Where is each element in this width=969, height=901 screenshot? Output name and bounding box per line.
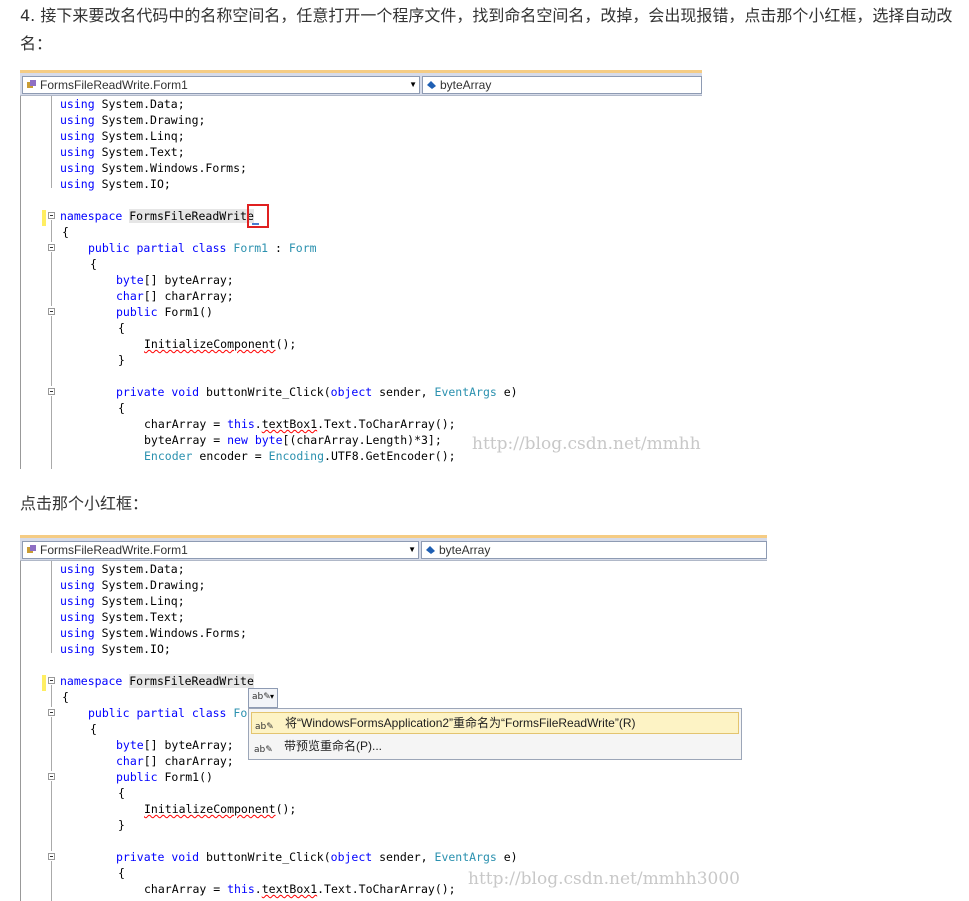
code-line: Encoder encoder = Encoding.UTF8.GetEncod… bbox=[144, 449, 456, 463]
code-line: public Form1() bbox=[116, 770, 213, 784]
code-line: using System.Text; bbox=[60, 145, 185, 159]
collapse-namespace-icon[interactable] bbox=[48, 677, 55, 684]
menu-item-label: 将“WindowsFormsApplication2”重命名为“FormsFil… bbox=[285, 716, 636, 730]
code-line: { bbox=[118, 786, 125, 800]
code-line: public partial class Form1 bbox=[88, 706, 268, 720]
collapse-method-icon[interactable] bbox=[48, 388, 55, 395]
member-combo[interactable]: byteArray bbox=[421, 541, 767, 559]
navigation-bar: FormsFileReadWrite.Form1 ▼ byteArray bbox=[20, 535, 767, 561]
changed-line-marker bbox=[42, 210, 46, 226]
code-line: InitializeComponent(); bbox=[144, 337, 297, 351]
field-icon bbox=[427, 81, 436, 89]
navigation-bar: FormsFileReadWrite.Form1 ▼ byteArray bbox=[20, 70, 702, 96]
menu-item-rename-preview[interactable]: ab✎ 带预览重命名(P)... bbox=[251, 735, 739, 757]
chevron-down-icon[interactable]: ▼ bbox=[409, 77, 417, 93]
code-line-namespace: namespace FormsFileReadWrite bbox=[60, 209, 254, 223]
class-combo[interactable]: FormsFileReadWrite.Form1 ▼ bbox=[22, 76, 420, 94]
code-line: { bbox=[62, 690, 69, 704]
code-line: { bbox=[118, 321, 125, 335]
code-line: using System.Text; bbox=[60, 610, 185, 624]
code-line: using System.IO; bbox=[60, 642, 171, 656]
class-combo[interactable]: FormsFileReadWrite.Form1 ▼ bbox=[22, 541, 419, 559]
code-line: private void buttonWrite_Click(object se… bbox=[116, 385, 518, 399]
code-line: byte[] byteArray; bbox=[116, 738, 234, 752]
namespace-name: FormsFileReadWrite bbox=[129, 674, 254, 688]
code-line: charArray = this.textBox1.Text.ToCharArr… bbox=[144, 882, 456, 896]
code-line: { bbox=[62, 225, 69, 239]
watermark: http://blog.csdn.net/mmhh3000 bbox=[472, 434, 702, 454]
menu-item-label: 带预览重命名(P)... bbox=[284, 739, 382, 753]
code-line: using System.Drawing; bbox=[60, 578, 206, 592]
changed-line-marker bbox=[42, 675, 46, 691]
caption-text: 点击那个小红框： bbox=[20, 494, 149, 513]
smart-tag-button[interactable]: ab✎ ▾ bbox=[248, 688, 278, 708]
collapse-class-icon[interactable] bbox=[48, 709, 55, 716]
rename-icon: ab✎ bbox=[252, 692, 271, 702]
class-icon bbox=[27, 545, 36, 553]
code-line: InitializeComponent(); bbox=[144, 802, 297, 816]
class-icon bbox=[27, 80, 36, 88]
code-line: using System.Linq; bbox=[60, 594, 185, 608]
smart-tag-underline[interactable] bbox=[252, 220, 259, 225]
smart-tag-menu: ab✎ 将“WindowsFormsApplication2”重命名为“Form… bbox=[248, 708, 742, 760]
collapse-class-icon[interactable] bbox=[48, 244, 55, 251]
class-combo-label: FormsFileReadWrite.Form1 bbox=[40, 543, 188, 557]
vs-editor-screenshot-1: FormsFileReadWrite.Form1 ▼ byteArray usi… bbox=[20, 70, 702, 469]
code-line: } bbox=[118, 818, 125, 832]
collapse-method-icon[interactable] bbox=[48, 853, 55, 860]
chevron-down-icon[interactable]: ▾ bbox=[270, 692, 274, 701]
collapse-namespace-icon[interactable] bbox=[48, 212, 55, 219]
code-line: using System.Windows.Forms; bbox=[60, 626, 247, 640]
vs-editor-screenshot-2: FormsFileReadWrite.Form1 ▼ byteArray usi… bbox=[20, 535, 767, 901]
code-line: public Form1() bbox=[116, 305, 213, 319]
code-line: char[] charArray; bbox=[116, 754, 234, 768]
collapse-ctor-icon[interactable] bbox=[48, 308, 55, 315]
class-combo-label: FormsFileReadWrite.Form1 bbox=[40, 78, 188, 92]
code-line: { bbox=[90, 722, 97, 736]
code-line: using System.Linq; bbox=[60, 129, 185, 143]
code-line: using System.Data; bbox=[60, 562, 185, 576]
chevron-down-icon[interactable]: ▼ bbox=[408, 542, 416, 558]
code-line: charArray = this.textBox1.Text.ToCharArr… bbox=[144, 417, 456, 431]
watermark: http://blog.csdn.net/mmhh3000 bbox=[468, 869, 740, 889]
code-line: { bbox=[118, 401, 125, 415]
code-line: byte[] byteArray; bbox=[116, 273, 234, 287]
code-line: using System.Data; bbox=[60, 97, 185, 111]
code-line-namespace: namespace FormsFileReadWrite bbox=[60, 674, 254, 688]
member-combo-label: byteArray bbox=[439, 543, 491, 557]
collapse-ctor-icon[interactable] bbox=[48, 773, 55, 780]
code-line: using System.Windows.Forms; bbox=[60, 161, 247, 175]
step-instruction-text: 4. 接下来要改名代码中的名称空间名，任意打开一个程序文件，找到命名空间名，改掉… bbox=[20, 6, 953, 53]
menu-item-rename[interactable]: ab✎ 将“WindowsFormsApplication2”重命名为“Form… bbox=[251, 712, 739, 734]
code-line: using System.Drawing; bbox=[60, 113, 206, 127]
code-line: { bbox=[90, 257, 97, 271]
namespace-name: FormsFileReadWrite bbox=[129, 209, 254, 223]
member-combo-label: byteArray bbox=[440, 78, 492, 92]
code-editor[interactable]: using System.Data; using System.Drawing;… bbox=[20, 96, 702, 469]
code-line: using System.IO; bbox=[60, 177, 171, 191]
field-icon bbox=[426, 546, 435, 554]
code-line: public partial class Form1 : Form bbox=[88, 241, 317, 255]
rename-icon: ab✎ bbox=[255, 722, 274, 732]
code-line: char[] charArray; bbox=[116, 289, 234, 303]
code-line: private void buttonWrite_Click(object se… bbox=[116, 850, 518, 864]
code-line: byteArray = new byte[(charArray.Length)*… bbox=[144, 433, 442, 447]
code-line: { bbox=[118, 866, 125, 880]
code-line: } bbox=[118, 353, 125, 367]
member-combo[interactable]: byteArray bbox=[422, 76, 702, 94]
rename-icon: ab✎ bbox=[254, 745, 273, 755]
